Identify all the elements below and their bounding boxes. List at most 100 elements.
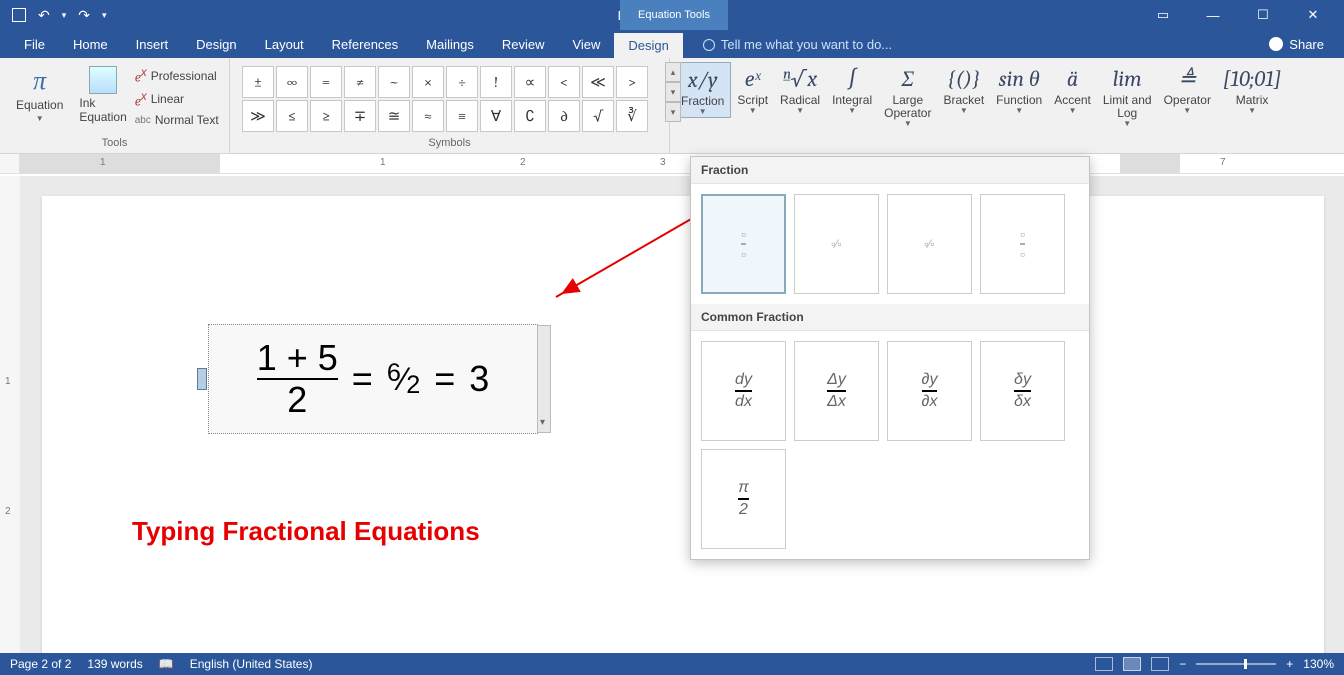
pi-icon: π bbox=[33, 66, 46, 96]
tab-mailings[interactable]: Mailings bbox=[412, 32, 488, 57]
structure-bracket[interactable]: {()}Bracket▼ bbox=[937, 62, 990, 116]
tab-review[interactable]: Review bbox=[488, 32, 559, 57]
ribbon: π Equation ▼ Ink Equation exProfessional… bbox=[0, 58, 1344, 154]
symbol-cell[interactable]: ∀ bbox=[480, 100, 512, 132]
equation-editor-box[interactable]: 1 + 5 2 = 6 ⁄ 2 = 3 bbox=[208, 324, 538, 434]
page-indicator[interactable]: Page 2 of 2 bbox=[10, 657, 71, 671]
symbol-cell[interactable]: ≤ bbox=[276, 100, 308, 132]
symbols-scroll-up[interactable]: ▴ bbox=[665, 62, 681, 82]
bulb-icon bbox=[703, 39, 715, 51]
zoom-slider[interactable] bbox=[1196, 663, 1276, 665]
symbol-cell[interactable]: ≡ bbox=[446, 100, 478, 132]
symbol-cell[interactable]: ∞ bbox=[276, 66, 308, 98]
equation-options-dropdown[interactable] bbox=[537, 325, 551, 433]
symbol-cell[interactable]: ∛ bbox=[616, 100, 648, 132]
structure-accent[interactable]: äAccent▼ bbox=[1048, 62, 1097, 116]
fraction-template[interactable]: ▫⁄▫ bbox=[887, 194, 972, 294]
ink-icon bbox=[89, 66, 117, 94]
spellcheck-icon[interactable]: 📖 bbox=[159, 657, 174, 671]
symbol-cell[interactable]: √ bbox=[582, 100, 614, 132]
word-count[interactable]: 139 words bbox=[87, 657, 142, 671]
professional-option[interactable]: exProfessional bbox=[135, 66, 219, 86]
symbol-cell[interactable]: ≠ bbox=[344, 66, 376, 98]
structure-large-operator[interactable]: ΣLarge Operator▼ bbox=[878, 62, 937, 129]
tell-me-search[interactable]: Tell me what you want to do... bbox=[683, 37, 892, 52]
symbol-cell[interactable]: ≪ bbox=[582, 66, 614, 98]
tab-layout[interactable]: Layout bbox=[251, 32, 318, 57]
print-layout-view[interactable] bbox=[1123, 657, 1141, 671]
structure-limit-and-log[interactable]: limLimit and Log▼ bbox=[1097, 62, 1158, 129]
fraction-template[interactable]: ▫▫ bbox=[701, 194, 786, 294]
structure-integral[interactable]: ∫Integral▼ bbox=[826, 62, 878, 116]
gallery-section-fraction: Fraction bbox=[691, 157, 1089, 184]
share-icon bbox=[1269, 37, 1283, 51]
equation-move-handle[interactable] bbox=[197, 368, 207, 390]
common-fraction[interactable]: dydx bbox=[701, 341, 786, 441]
page[interactable]: 1 + 5 2 = 6 ⁄ 2 = 3 Typing Fractional Eq… bbox=[42, 196, 1324, 656]
undo-button[interactable]: ↶ bbox=[38, 7, 50, 24]
tab-equation-design[interactable]: Design bbox=[614, 33, 682, 58]
common-fraction[interactable]: δyδx bbox=[980, 341, 1065, 441]
zoom-out[interactable]: − bbox=[1179, 657, 1186, 671]
tab-insert[interactable]: Insert bbox=[122, 32, 183, 57]
tab-view[interactable]: View bbox=[558, 32, 614, 57]
ruler: 1 1 2 3 7 bbox=[0, 154, 1344, 174]
fraction-template[interactable]: ▫▫ bbox=[980, 194, 1065, 294]
maximize-button[interactable]: ☐ bbox=[1248, 7, 1278, 23]
caption-text: Typing Fractional Equations bbox=[132, 516, 480, 547]
tab-references[interactable]: References bbox=[318, 32, 412, 57]
symbol-cell[interactable]: < bbox=[548, 66, 580, 98]
ribbon-display-icon[interactable]: ▭ bbox=[1148, 7, 1178, 23]
symbol-cell[interactable]: ∓ bbox=[344, 100, 376, 132]
equation-content: 1 + 5 2 = 6 ⁄ 2 = 3 bbox=[257, 340, 490, 418]
share-button[interactable]: Share bbox=[1259, 33, 1334, 56]
equation-tools-context-tab: Equation Tools bbox=[620, 0, 728, 30]
common-fraction[interactable]: π2 bbox=[701, 449, 786, 549]
symbol-cell[interactable]: ≈ bbox=[412, 100, 444, 132]
common-fraction[interactable]: ∂y∂x bbox=[887, 341, 972, 441]
linear-option[interactable]: exLinear bbox=[135, 90, 219, 110]
zoom-level[interactable]: 130% bbox=[1303, 657, 1334, 671]
normal-text-option[interactable]: abcNormal Text bbox=[135, 113, 219, 127]
symbol-cell[interactable]: ! bbox=[480, 66, 512, 98]
symbol-cell[interactable]: ± bbox=[242, 66, 274, 98]
structure-function[interactable]: sin θFunction▼ bbox=[990, 62, 1048, 116]
fraction-gallery: Fraction ▫▫▫⁄▫▫⁄▫▫▫ Common Fraction dydx… bbox=[690, 156, 1090, 560]
symbol-cell[interactable]: = bbox=[310, 66, 342, 98]
symbols-scroll-down[interactable]: ▾ bbox=[665, 82, 681, 102]
tab-home[interactable]: Home bbox=[59, 32, 122, 57]
common-fraction[interactable]: ΔyΔx bbox=[794, 341, 879, 441]
symbols-group: ±∞=≠~×÷!∝<≪>≫≤≥∓≅≈≡∀∁∂√∛ ▴ ▾ ▾ Symbols bbox=[230, 58, 670, 153]
equation-button[interactable]: π Equation ▼ bbox=[8, 62, 71, 137]
close-button[interactable]: ✕ bbox=[1298, 7, 1328, 23]
symbol-cell[interactable]: ÷ bbox=[446, 66, 478, 98]
structure-radical[interactable]: ⁿ√xRadical▼ bbox=[774, 62, 826, 116]
read-mode-view[interactable] bbox=[1095, 657, 1113, 671]
symbol-cell[interactable]: ≫ bbox=[242, 100, 274, 132]
symbol-cell[interactable]: > bbox=[616, 66, 648, 98]
symbol-cell[interactable]: ≥ bbox=[310, 100, 342, 132]
zoom-in[interactable]: + bbox=[1286, 657, 1293, 671]
minimize-button[interactable]: — bbox=[1198, 8, 1228, 23]
symbol-cell[interactable]: × bbox=[412, 66, 444, 98]
symbol-cell[interactable]: ∂ bbox=[548, 100, 580, 132]
structure-fraction[interactable]: x/yFraction▼ bbox=[674, 62, 731, 118]
save-icon[interactable] bbox=[12, 8, 26, 22]
status-bar: Page 2 of 2 139 words 📖 English (United … bbox=[0, 653, 1344, 675]
structure-matrix[interactable]: [10;01]Matrix▼ bbox=[1217, 62, 1287, 116]
symbol-cell[interactable]: ∝ bbox=[514, 66, 546, 98]
tab-design[interactable]: Design bbox=[182, 32, 250, 57]
language-indicator[interactable]: English (United States) bbox=[190, 657, 313, 671]
web-layout-view[interactable] bbox=[1151, 657, 1169, 671]
symbols-more[interactable]: ▾ bbox=[665, 102, 681, 122]
symbol-cell[interactable]: ∁ bbox=[514, 100, 546, 132]
symbol-cell[interactable]: ~ bbox=[378, 66, 410, 98]
redo-button[interactable]: ↷ bbox=[78, 7, 90, 24]
tab-file[interactable]: File bbox=[10, 32, 59, 57]
structure-operator[interactable]: ≜Operator▼ bbox=[1158, 62, 1217, 116]
ink-equation-button[interactable]: Ink Equation bbox=[71, 62, 134, 137]
symbol-cell[interactable]: ≅ bbox=[378, 100, 410, 132]
structure-script[interactable]: eˣScript▼ bbox=[731, 62, 774, 116]
fraction-template[interactable]: ▫⁄▫ bbox=[794, 194, 879, 294]
tools-group: π Equation ▼ Ink Equation exProfessional… bbox=[0, 58, 230, 153]
